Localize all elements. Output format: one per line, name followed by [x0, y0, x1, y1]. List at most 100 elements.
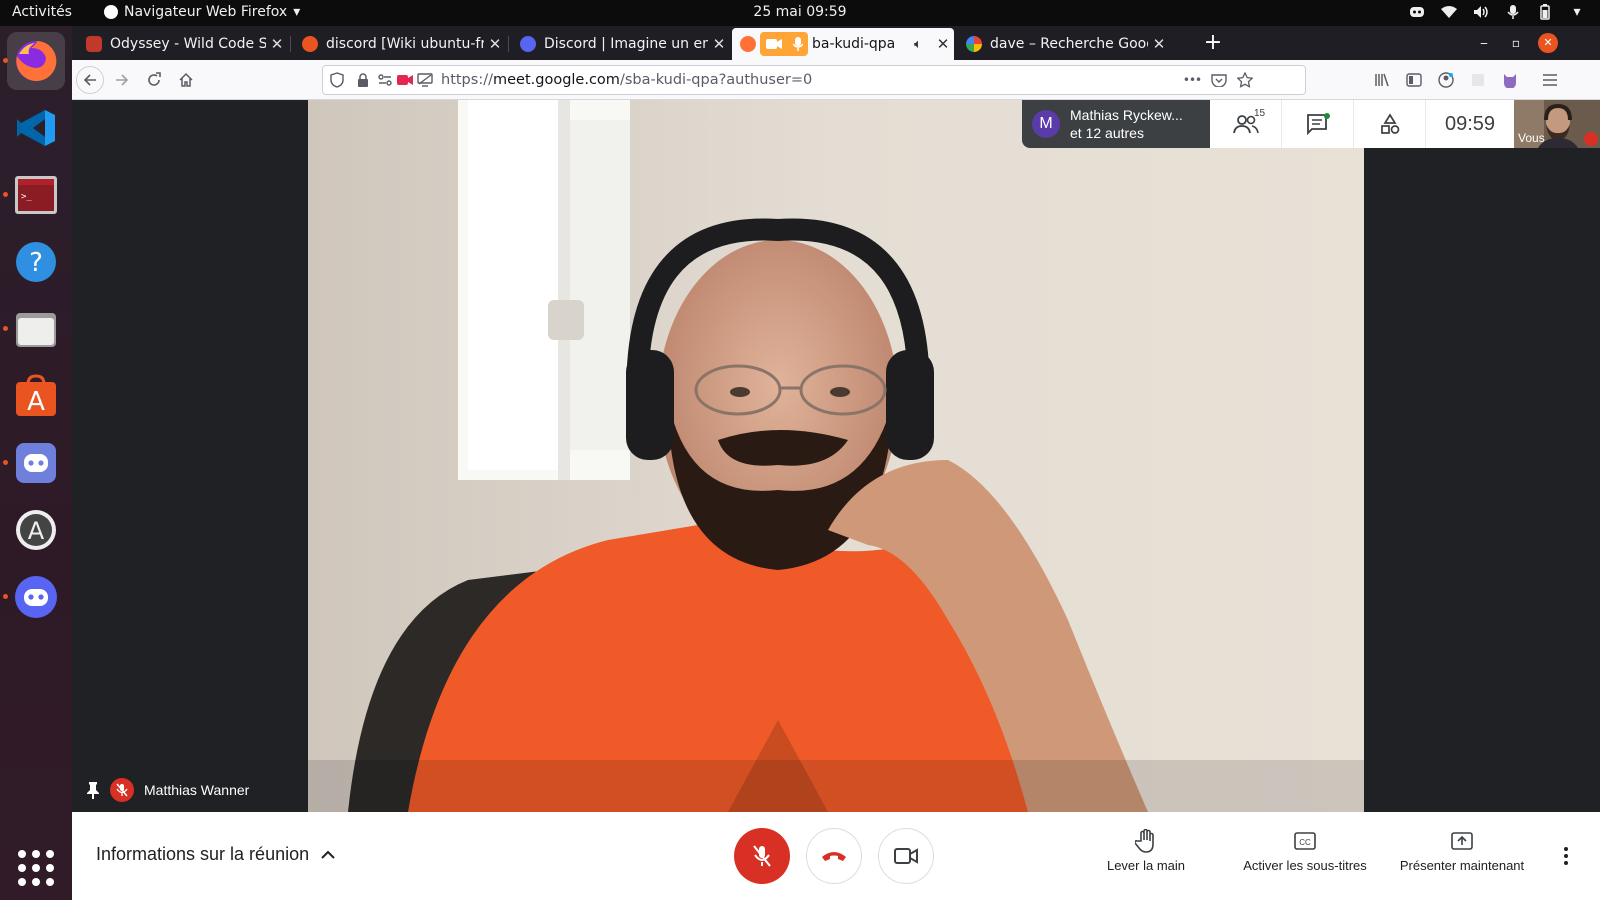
- dock-files[interactable]: [7, 300, 65, 358]
- account-icon: [1438, 72, 1454, 88]
- raise-hand-button[interactable]: Lever la main: [1086, 828, 1206, 873]
- microphone-toggle-button[interactable]: [734, 828, 790, 884]
- ubuntu-software-icon: A: [16, 374, 56, 417]
- home-button[interactable]: [172, 66, 200, 94]
- battery-icon[interactable]: [1536, 3, 1554, 21]
- extension-button[interactable]: [1464, 66, 1492, 94]
- minimize-window-button[interactable]: ‒: [1472, 31, 1496, 55]
- wifi-icon[interactable]: [1440, 3, 1458, 21]
- account-button[interactable]: [1432, 66, 1460, 94]
- captions-button[interactable]: CC Activer les sous-titres: [1230, 828, 1380, 873]
- page-actions-icon[interactable]: •••: [1181, 72, 1203, 88]
- sidebar-button[interactable]: [1400, 66, 1428, 94]
- meet-controls-chip: 15 09:59: [1210, 100, 1514, 148]
- participants-line-2: et 12 autres: [1070, 125, 1144, 141]
- volume-icon[interactable]: [1472, 3, 1490, 21]
- microphone-icon[interactable]: [1504, 3, 1522, 21]
- self-view-tile[interactable]: Vous: [1514, 100, 1600, 148]
- close-tab-icon[interactable]: ✕: [1148, 35, 1170, 53]
- present-screen-icon: [1451, 832, 1473, 850]
- mic-off-icon: [110, 778, 134, 802]
- clock[interactable]: 25 mai 09:59: [753, 4, 846, 20]
- firefox-tab-strip: Odyssey - Wild Code School ✕ discord [Wi…: [72, 26, 1600, 60]
- chat-button[interactable]: [1282, 100, 1354, 148]
- self-mic-off-icon: [1584, 132, 1598, 146]
- present-now-button[interactable]: Présenter maintenant: [1392, 828, 1532, 873]
- dock-vscode[interactable]: [7, 99, 65, 157]
- caret-down-icon: ▾: [293, 4, 301, 20]
- tab-discord[interactable]: Discord | Imagine un endroit ✕: [510, 28, 730, 60]
- discord-icon: [16, 443, 56, 483]
- dock-help[interactable]: ?: [7, 233, 65, 291]
- pocket-icon[interactable]: [1211, 72, 1227, 88]
- show-applications-icon[interactable]: [18, 850, 54, 886]
- participants-line-1: Mathias Ryckew...: [1070, 107, 1183, 123]
- camera-icon: [765, 39, 782, 49]
- library-icon: [1375, 73, 1389, 87]
- library-button[interactable]: [1368, 66, 1396, 94]
- forward-button[interactable]: [108, 66, 136, 94]
- close-tab-icon[interactable]: ✕: [932, 35, 954, 53]
- bookmark-star-icon[interactable]: [1237, 72, 1253, 88]
- self-label: Vous: [1518, 131, 1545, 145]
- maximize-window-button[interactable]: ▫: [1504, 31, 1528, 55]
- hamburger-menu-icon: [1543, 74, 1557, 86]
- camera-toggle-button[interactable]: [878, 828, 934, 884]
- close-window-button[interactable]: ✕: [1538, 33, 1558, 53]
- meeting-details-button[interactable]: Informations sur la réunion: [96, 844, 335, 865]
- new-tab-button[interactable]: +: [1198, 28, 1228, 58]
- tracking-protection-icon[interactable]: [329, 72, 345, 88]
- more-options-icon[interactable]: [1554, 842, 1578, 870]
- close-tab-icon[interactable]: ✕: [266, 35, 288, 53]
- terminal-icon: >_: [15, 176, 57, 214]
- tab-odyssey[interactable]: Odyssey - Wild Code School ✕: [76, 28, 288, 60]
- tab-google-meet[interactable]: ba-kudi-qpa 🔈︎ ✕: [732, 28, 954, 60]
- permissions-icon[interactable]: [377, 72, 393, 88]
- tab-discord-wiki[interactable]: discord [Wiki ubuntu-fr] ✕: [292, 28, 506, 60]
- address-bar[interactable]: https://meet.google.com/sba-kudi-qpa?aut…: [322, 65, 1306, 95]
- dock-software[interactable]: A: [7, 367, 65, 425]
- leave-call-button[interactable]: [806, 828, 862, 884]
- presenter-name: Matthias Wanner: [144, 782, 250, 798]
- app-menu-button[interactable]: [1536, 66, 1564, 94]
- participants-chip[interactable]: M Mathias Ryckew... et 12 autres: [1022, 100, 1210, 148]
- reload-button[interactable]: [140, 66, 168, 94]
- tab-title: Discord | Imagine un endroit: [544, 36, 708, 52]
- extension-cat-button[interactable]: [1496, 66, 1524, 94]
- firefox-favicon: [740, 36, 756, 52]
- activities-button-meet[interactable]: [1354, 100, 1426, 148]
- system-tray[interactable]: ▾: [1408, 3, 1586, 21]
- help-icon: ?: [16, 242, 56, 282]
- participants-button[interactable]: 15: [1210, 100, 1282, 148]
- dock-firefox[interactable]: [7, 32, 65, 90]
- pin-icon[interactable]: [86, 781, 100, 799]
- dock-discord[interactable]: [7, 434, 65, 492]
- back-button[interactable]: [76, 66, 104, 94]
- activities-button[interactable]: Activités: [12, 4, 72, 20]
- screen-sharing-icon[interactable]: [417, 72, 433, 88]
- tab-title: ba-kudi-qpa: [812, 36, 896, 52]
- chat-icon: [1306, 113, 1330, 135]
- dock-terminal[interactable]: >_: [7, 166, 65, 224]
- dock-updater[interactable]: A: [7, 501, 65, 559]
- app-menu[interactable]: Navigateur Web Firefox ▾: [104, 4, 300, 20]
- home-icon: [179, 72, 193, 87]
- meet-stage: Matthias Wanner M Mathias Ryckew... et 1…: [72, 100, 1600, 812]
- tab-separator: [290, 36, 291, 52]
- raise-hand-label: Lever la main: [1106, 858, 1186, 873]
- close-tab-icon[interactable]: ✕: [708, 35, 730, 53]
- chevron-down-icon[interactable]: ▾: [1568, 3, 1586, 21]
- lock-icon[interactable]: [355, 72, 371, 88]
- hang-up-icon: [822, 852, 846, 861]
- cat-extension-icon: [1504, 74, 1516, 88]
- meeting-details-label: Informations sur la réunion: [96, 844, 310, 864]
- discord-tray-icon[interactable]: [1408, 3, 1426, 21]
- camera-sharing-icon[interactable]: [397, 72, 413, 88]
- participant-video: [308, 100, 1364, 812]
- dock-discord-2[interactable]: [7, 568, 65, 626]
- tab-google-search[interactable]: dave – Recherche Google ✕: [956, 28, 1170, 60]
- tab-audio-icon[interactable]: 🔈︎: [914, 37, 932, 52]
- camera-mic-sharing-indicator[interactable]: [760, 32, 808, 56]
- close-tab-icon[interactable]: ✕: [484, 35, 506, 53]
- main-video-tile[interactable]: [308, 100, 1364, 812]
